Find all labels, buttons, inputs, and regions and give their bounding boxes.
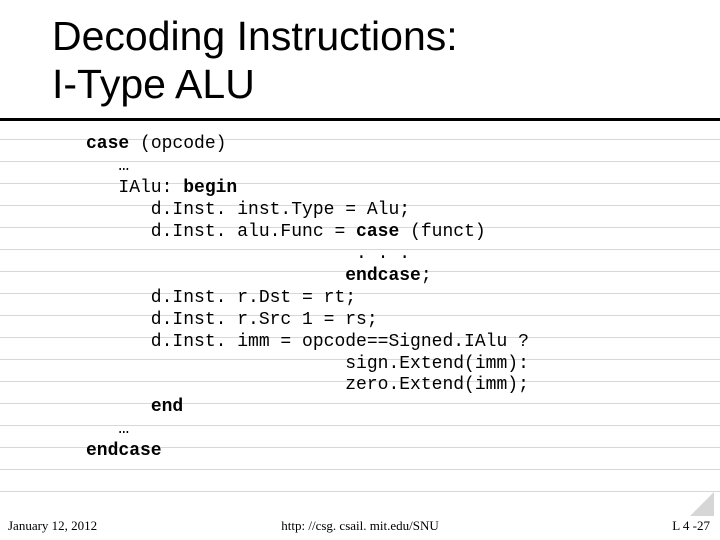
kw-endcase-inner: endcase (345, 266, 421, 286)
title-line-1: Decoding Instructions: (52, 13, 458, 59)
footer-page: L 4 -27 (672, 518, 710, 534)
title-underline (0, 118, 720, 121)
code-text: d.Inst. imm = opcode==Signed.IAlu ? (86, 332, 529, 352)
kw-case-inner: case (356, 222, 399, 242)
kw-end: end (151, 397, 183, 417)
code-text: . . . (86, 244, 410, 264)
slide-title: Decoding Instructions: I-Type ALU (52, 12, 458, 109)
code-text: zero.Extend(imm); (86, 375, 529, 395)
code-text: (funct) (399, 222, 485, 242)
code-text: … (86, 156, 129, 176)
code-text: d.Inst. alu.Func = (86, 222, 356, 242)
code-text: d.Inst. inst.Type = Alu; (86, 200, 410, 220)
kw-endcase: endcase (86, 441, 162, 461)
title-line-2: I-Type ALU (52, 61, 255, 107)
code-text: ; (421, 266, 432, 286)
code-text (86, 266, 345, 286)
page-curl-icon (690, 492, 714, 516)
code-block: case (opcode) … IAlu: begin d.Inst. inst… (86, 134, 529, 463)
code-text: sign.Extend(imm): (86, 354, 529, 374)
code-text: … (86, 419, 129, 439)
slide: Decoding Instructions: I-Type ALU case (… (0, 0, 720, 540)
kw-case: case (86, 134, 129, 154)
footer-link: http: //csg. csail. mit.edu/SNU (0, 518, 720, 534)
kw-begin: begin (183, 178, 237, 198)
code-text (86, 397, 151, 417)
code-text: (opcode) (129, 134, 226, 154)
code-text: d.Inst. r.Dst = rt; (86, 288, 356, 308)
code-text: d.Inst. r.Src 1 = rs; (86, 310, 378, 330)
code-text: IAlu: (86, 178, 183, 198)
